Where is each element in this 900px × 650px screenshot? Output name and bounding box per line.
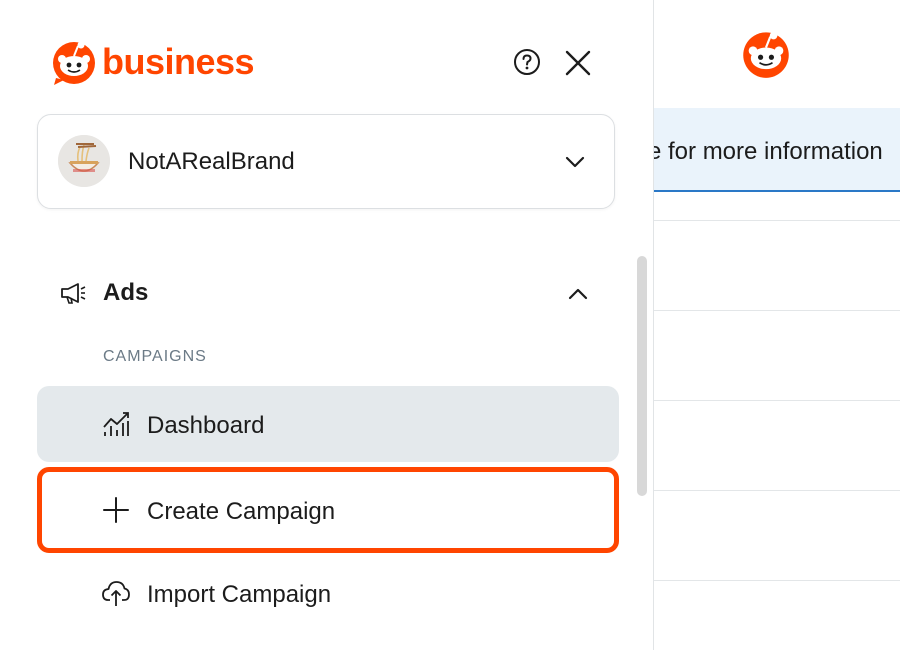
banner-text: e for more information <box>654 138 883 165</box>
nav-item-import-campaign[interactable]: Import Campaign <box>37 556 619 632</box>
chevron-down-icon <box>565 156 585 168</box>
nav-item-label: Import Campaign <box>147 581 332 608</box>
table-row-divider <box>654 580 900 581</box>
plus-icon <box>103 497 129 523</box>
table-row-divider <box>654 400 900 401</box>
nav-section-label: Ads <box>103 279 149 306</box>
megaphone-icon <box>61 283 86 304</box>
chevron-up-icon <box>568 288 588 300</box>
nav-item-create-campaign[interactable]: Create Campaign <box>37 467 619 553</box>
table-row-divider <box>654 220 900 221</box>
table-row-divider <box>654 490 900 491</box>
reddit-logo-icon <box>53 41 95 85</box>
brand-logo[interactable]: business <box>50 38 255 86</box>
help-circle-icon[interactable] <box>513 48 541 76</box>
ramen-bowl-avatar-icon <box>58 135 110 187</box>
cloud-upload-icon <box>102 581 130 606</box>
chart-icon <box>103 412 129 436</box>
nav-group-label: CAMPAIGNS <box>103 348 207 365</box>
account-selector[interactable]: NotARealBrand <box>37 114 615 209</box>
table-row-divider <box>654 310 900 311</box>
scrollbar[interactable] <box>637 256 647 496</box>
avatar <box>58 135 110 187</box>
info-banner: e for more information <box>654 108 900 192</box>
nav-item-label: Create Campaign <box>147 498 336 525</box>
nav-item-label: Dashboard <box>147 412 265 439</box>
reddit-logo-icon <box>743 31 789 78</box>
account-name: NotARealBrand <box>128 148 295 175</box>
background-app: e for more information <box>654 0 900 650</box>
close-icon[interactable] <box>563 48 593 78</box>
brand-wordmark: business <box>102 41 255 82</box>
nav-item-dashboard[interactable]: Dashboard <box>37 386 619 462</box>
nav-section-ads[interactable]: Ads <box>37 266 613 320</box>
nav-drawer: business NotARealBrand Ads CAMPAIGNS Das… <box>0 0 654 650</box>
